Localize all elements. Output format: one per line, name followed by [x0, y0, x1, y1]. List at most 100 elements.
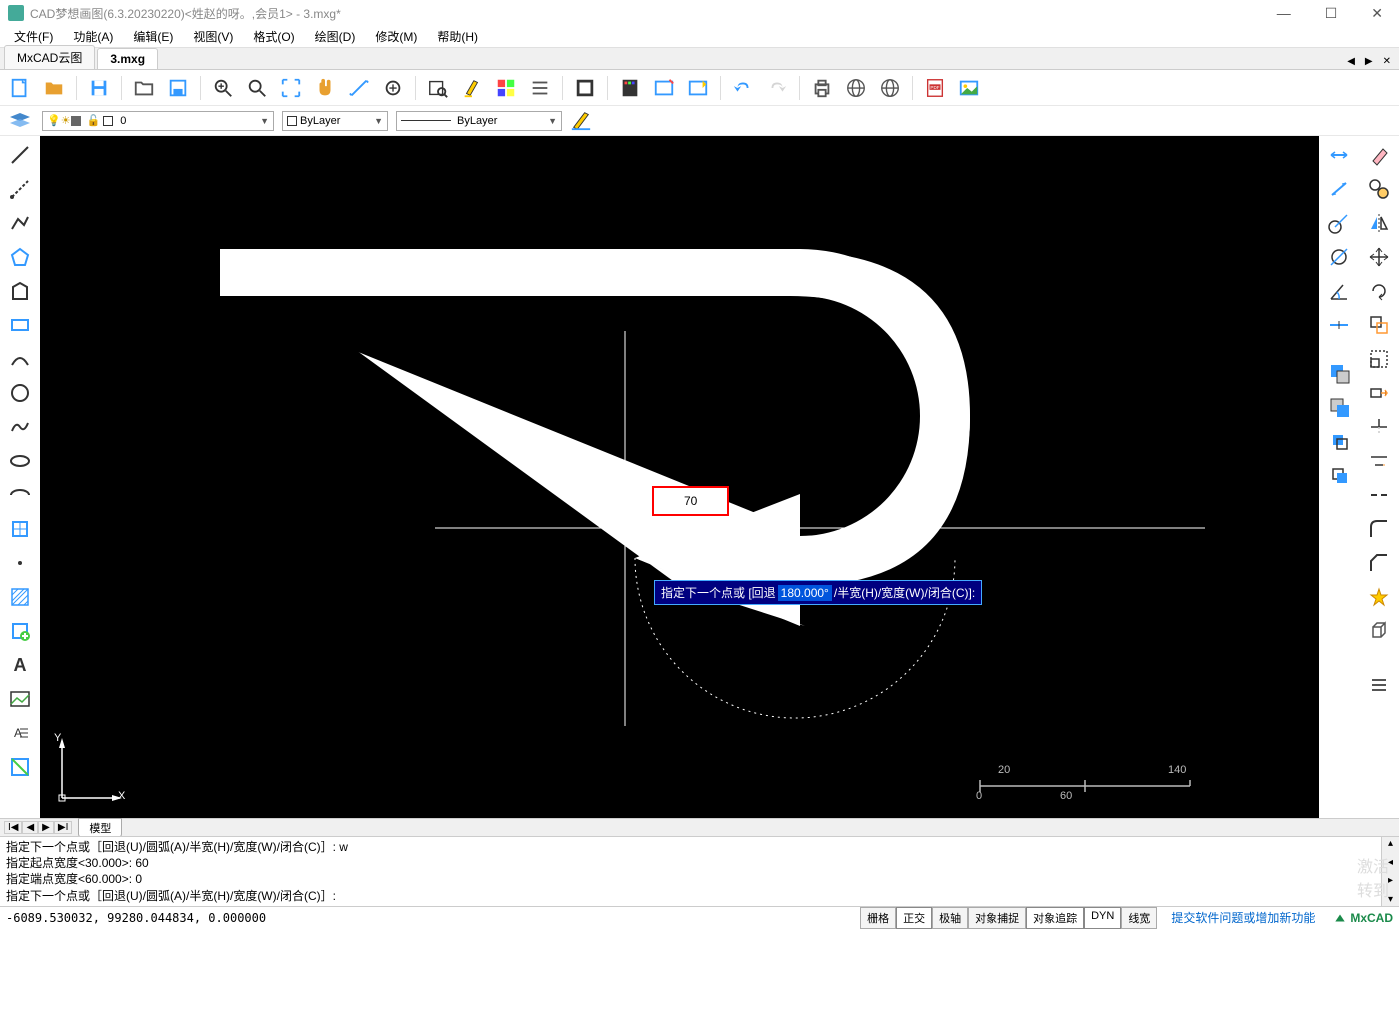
- toggle-polar[interactable]: 极轴: [932, 907, 968, 929]
- polygon-tool[interactable]: [5, 242, 35, 272]
- extend-tool[interactable]: [1364, 446, 1394, 476]
- tab-next[interactable]: ▶: [1361, 54, 1377, 69]
- new-button[interactable]: [6, 74, 34, 102]
- arc-tool[interactable]: [5, 344, 35, 374]
- minimize-button[interactable]: —: [1269, 3, 1299, 24]
- menu-help[interactable]: 帮助(H): [427, 26, 488, 47]
- layer-iso-button[interactable]: [684, 74, 712, 102]
- offset-tool[interactable]: [1364, 310, 1394, 340]
- redo-button[interactable]: [763, 74, 791, 102]
- layer-off-button[interactable]: [650, 74, 678, 102]
- pan-button[interactable]: [311, 74, 339, 102]
- print-button[interactable]: [808, 74, 836, 102]
- circle-tool[interactable]: [5, 378, 35, 408]
- screenshot-button[interactable]: [571, 74, 599, 102]
- cmd-scroll-right[interactable]: ▸: [1388, 874, 1393, 888]
- stretch-tool[interactable]: [1364, 378, 1394, 408]
- linetype-combo[interactable]: ByLayer ▼: [396, 111, 562, 131]
- shape-tool[interactable]: [5, 276, 35, 306]
- grid-button[interactable]: [492, 74, 520, 102]
- color-combo[interactable]: ByLayer ▼: [282, 111, 388, 131]
- toggle-osnap[interactable]: 对象捕捉: [968, 907, 1026, 929]
- region-tool[interactable]: [5, 752, 35, 782]
- toggle-grid[interactable]: 栅格: [860, 907, 896, 929]
- menu-view[interactable]: 视图(V): [183, 26, 243, 47]
- open-button[interactable]: [40, 74, 68, 102]
- list-button[interactable]: [526, 74, 554, 102]
- cmd-scroll-up[interactable]: ▴: [1388, 837, 1393, 851]
- image-button[interactable]: [955, 74, 983, 102]
- mirror-tool[interactable]: [1364, 208, 1394, 238]
- toggle-ortho[interactable]: 正交: [896, 907, 932, 929]
- dynamic-input[interactable]: 70: [652, 486, 729, 516]
- mtext-tool[interactable]: A: [5, 718, 35, 748]
- point-tool[interactable]: [5, 548, 35, 578]
- save-button[interactable]: [85, 74, 113, 102]
- close-button[interactable]: ✕: [1363, 3, 1391, 24]
- break-tool[interactable]: [1364, 480, 1394, 510]
- back-button[interactable]: [1324, 392, 1354, 422]
- dim-radius[interactable]: [1324, 208, 1354, 238]
- dim-aligned[interactable]: [1324, 174, 1354, 204]
- spline-tool[interactable]: [5, 412, 35, 442]
- rotate-tool[interactable]: [1364, 276, 1394, 306]
- dim-linear[interactable]: [1324, 140, 1354, 170]
- folder-button[interactable]: [130, 74, 158, 102]
- dim-continue[interactable]: [1324, 310, 1354, 340]
- scale-tool[interactable]: [1364, 344, 1394, 374]
- dim-angular[interactable]: [1324, 276, 1354, 306]
- toggle-lwt[interactable]: 线宽: [1121, 907, 1157, 929]
- layout-prev[interactable]: ◀: [22, 821, 38, 834]
- layout-next[interactable]: ▶: [38, 821, 54, 834]
- polyline-tool[interactable]: [5, 208, 35, 238]
- toggle-otrack[interactable]: 对象追踪: [1026, 907, 1084, 929]
- block-tool[interactable]: [5, 514, 35, 544]
- below-button[interactable]: [1324, 460, 1354, 490]
- highlight-button[interactable]: [458, 74, 486, 102]
- undo-button[interactable]: [729, 74, 757, 102]
- layout-first[interactable]: I◀: [4, 821, 22, 834]
- ray-tool[interactable]: [5, 174, 35, 204]
- cmd-scroll-left[interactable]: ◂: [1388, 856, 1393, 870]
- drawing-canvas[interactable]: Y X 20 140 0 60 70 指定下一个点或 [回退 180.000° …: [40, 136, 1319, 818]
- feedback-link[interactable]: 提交软件问题或增加新功能: [1171, 909, 1315, 926]
- image-tool[interactable]: [5, 684, 35, 714]
- tab-prev[interactable]: ◀: [1343, 54, 1359, 69]
- zoom-realtime-button[interactable]: [243, 74, 271, 102]
- hatch-tool[interactable]: [5, 582, 35, 612]
- layout-last[interactable]: ▶I: [54, 821, 72, 834]
- find-button[interactable]: [424, 74, 452, 102]
- 3d-tool[interactable]: [1364, 616, 1394, 646]
- erase-tool[interactable]: [1364, 140, 1394, 170]
- menu-function[interactable]: 功能(A): [63, 26, 123, 47]
- tab-close[interactable]: ✕: [1379, 54, 1395, 69]
- chamfer-tool[interactable]: [1364, 548, 1394, 578]
- front-button[interactable]: [1324, 358, 1354, 388]
- brand-label[interactable]: MxCAD: [1333, 911, 1393, 925]
- line-tool[interactable]: [5, 140, 35, 170]
- menu-modify[interactable]: 修改(M): [365, 26, 427, 47]
- toggle-dyn[interactable]: DYN: [1084, 907, 1121, 929]
- cmd-scroll-down[interactable]: ▾: [1388, 893, 1393, 907]
- zoom-scale-button[interactable]: [379, 74, 407, 102]
- zoom-extents-button[interactable]: [277, 74, 305, 102]
- properties-tool[interactable]: [1364, 670, 1394, 700]
- fillet-tool[interactable]: [1364, 514, 1394, 544]
- menu-draw[interactable]: 绘图(D): [305, 26, 366, 47]
- explode-tool[interactable]: [1364, 582, 1394, 612]
- ellipse-arc-tool[interactable]: [5, 480, 35, 510]
- trim-tool[interactable]: [1364, 412, 1394, 442]
- measure-button[interactable]: [345, 74, 373, 102]
- above-button[interactable]: [1324, 426, 1354, 456]
- move-tool[interactable]: [1364, 242, 1394, 272]
- command-window[interactable]: 指定下一个点或［回退(U)/圆弧(A)/半宽(H)/宽度(W)/闭合(C)］: …: [0, 836, 1399, 906]
- zoom-window-button[interactable]: [209, 74, 237, 102]
- model-tab[interactable]: 模型: [78, 818, 122, 838]
- web2-button[interactable]: [876, 74, 904, 102]
- rectangle-tool[interactable]: [5, 310, 35, 340]
- tab-file[interactable]: 3.mxg: [97, 48, 158, 69]
- maximize-button[interactable]: ☐: [1317, 3, 1346, 24]
- web-button[interactable]: [842, 74, 870, 102]
- save-as-button[interactable]: [164, 74, 192, 102]
- insert-tool[interactable]: [5, 616, 35, 646]
